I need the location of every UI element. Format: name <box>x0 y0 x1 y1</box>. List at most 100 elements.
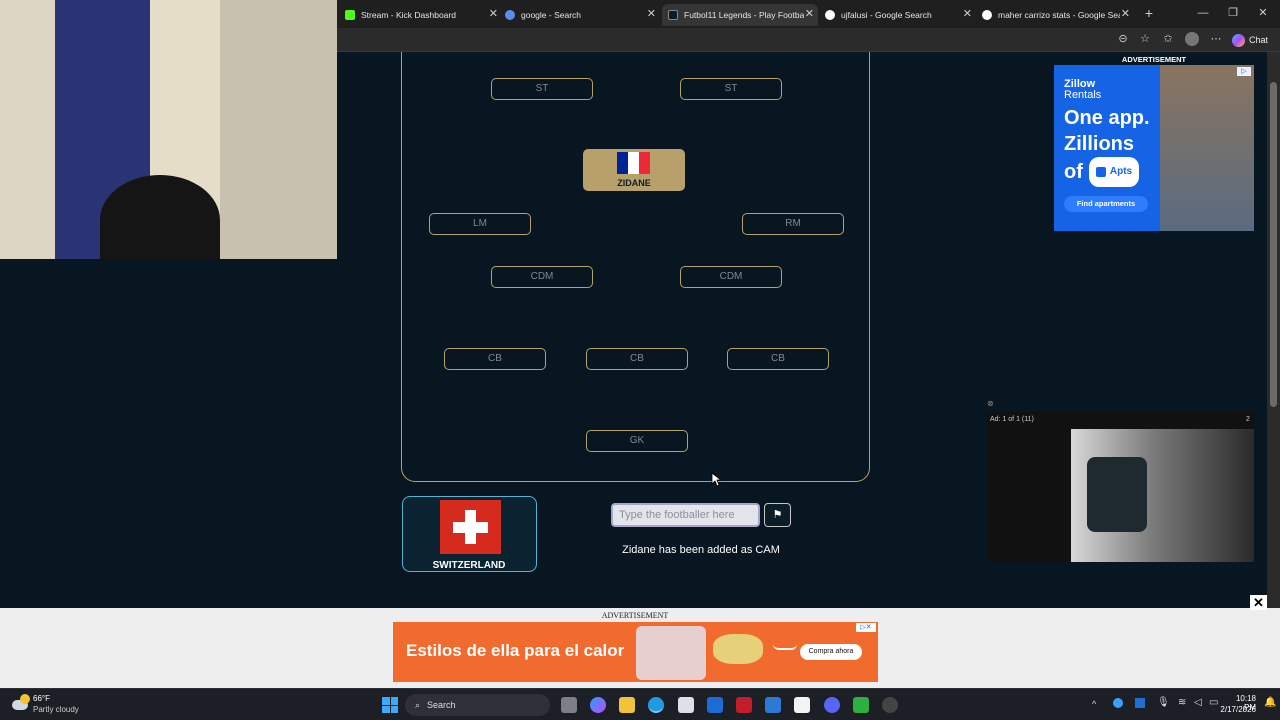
page-scrollbar[interactable] <box>1267 52 1280 608</box>
search-icon <box>505 10 515 20</box>
favorites-icon[interactable]: ✩ <box>1161 32 1175 46</box>
tab-google-search[interactable]: google - Search ✕ <box>505 4 660 26</box>
close-tab-icon[interactable]: ✕ <box>963 7 972 20</box>
switzerland-flag <box>440 500 501 554</box>
kick-icon <box>345 10 355 20</box>
slot-st-right[interactable]: ST <box>680 78 782 100</box>
slot-cdm-right[interactable]: CDM <box>680 266 782 288</box>
favorite-star-icon[interactable]: ☆ <box>1138 32 1152 46</box>
player-name: ZIDANE <box>617 178 651 188</box>
slot-lm[interactable]: LM <box>429 213 531 235</box>
slot-rm[interactable]: RM <box>742 213 844 235</box>
curtain <box>0 0 55 259</box>
slot-cdm-left[interactable]: CDM <box>491 266 593 288</box>
adchoices-icon[interactable]: ▷ <box>1237 67 1251 76</box>
slot-cb-right[interactable]: CB <box>727 348 829 370</box>
buy-now-button[interactable]: Compra ahora <box>800 644 862 660</box>
close-tab-icon[interactable]: ✕ <box>489 7 498 20</box>
close-window-icon[interactable]: ✕ <box>1256 6 1270 20</box>
mouse-cursor-icon <box>711 472 721 487</box>
webcam-overlay <box>0 0 337 259</box>
start-windows-icon[interactable] <box>382 697 398 713</box>
close-tab-icon[interactable]: ✕ <box>1121 7 1130 20</box>
close-tab-icon[interactable]: ✕ <box>805 7 814 20</box>
app-icon[interactable] <box>794 697 810 713</box>
tab-label: maher carrizo stats - Google Search <box>998 10 1120 20</box>
discord-icon[interactable] <box>824 697 840 713</box>
app-icon[interactable] <box>707 697 723 713</box>
ad-label: ADVERTISEMENT <box>601 611 669 620</box>
flag-button[interactable]: ⚑ <box>764 503 791 527</box>
checkbox-icon <box>1095 167 1106 177</box>
formation-pitch <box>401 52 870 482</box>
footballer-search-input[interactable] <box>611 503 760 527</box>
maximize-icon[interactable]: ❐ <box>1226 6 1240 20</box>
windows-taskbar: 66°F Partly cloudy ⌕ Search ^ 🎙 ≋ ◁ ▭ 10… <box>0 688 1280 720</box>
file-explorer-icon[interactable] <box>619 697 635 713</box>
flag-icon: ⚑ <box>772 509 783 521</box>
app-icon[interactable] <box>882 697 898 713</box>
volume-icon[interactable]: ◁ <box>1194 697 1202 708</box>
notification-bell-icon[interactable]: 🔔 <box>1264 697 1276 708</box>
drill-image <box>1087 457 1147 532</box>
tab-label: google - Search <box>521 10 582 20</box>
tab-maher-carrizo[interactable]: maher carrizo stats - Google Search ✕ <box>982 4 1134 26</box>
tab-label: Futbol11 Legends - Play Football <box>684 10 804 20</box>
mail-icon[interactable] <box>765 697 781 713</box>
find-apartments-button[interactable]: Find apartments <box>1064 196 1148 212</box>
futbol11-icon <box>668 10 678 20</box>
weather-desc: Partly cloudy <box>33 705 79 714</box>
ad-label: ADVERTISEMENT <box>1121 55 1187 64</box>
slot-cb-left[interactable]: CB <box>444 348 546 370</box>
taskbar-search[interactable]: ⌕ Search <box>405 694 550 716</box>
scrollbar-thumb[interactable] <box>1270 82 1277 407</box>
more-menu-icon[interactable]: ⋯ <box>1209 32 1223 46</box>
tab-label: Stream - Kick Dashboard <box>361 10 456 20</box>
copilot-icon <box>1232 33 1245 47</box>
person <box>100 175 220 259</box>
minimize-icon[interactable]: — <box>1196 6 1210 20</box>
adchoices-icon[interactable]: ▷✕ <box>856 623 876 632</box>
tray-icon[interactable] <box>1113 698 1123 708</box>
copilot-taskbar-icon[interactable] <box>590 697 606 713</box>
edge-icon[interactable] <box>648 697 664 713</box>
task-view-icon[interactable] <box>561 697 577 713</box>
tray-icon[interactable] <box>1135 698 1145 708</box>
amazon-ad[interactable]: Estilos de ella para el calor Compra aho… <box>393 622 878 682</box>
zillow-logo: Zillow Rentals <box>1064 78 1102 101</box>
zillow-headline: One app. Zillions of Apts <box>1064 105 1150 187</box>
tab-ujfalusi[interactable]: ujfalusi - Google Search ✕ <box>822 4 976 26</box>
weather-icon[interactable] <box>12 694 30 712</box>
player-card-cam[interactable]: ZIDANE <box>583 149 685 191</box>
profile-avatar[interactable] <box>1185 32 1199 46</box>
slot-st-left[interactable]: ST <box>491 78 593 100</box>
google-icon <box>982 10 992 20</box>
tab-futbol11[interactable]: Futbol11 Legends - Play Football ✕ <box>662 4 818 26</box>
close-tab-icon[interactable]: ✕ <box>647 7 656 20</box>
ad-photo <box>1160 65 1254 231</box>
battery-icon[interactable]: ▭ <box>1209 697 1218 708</box>
zillow-ad[interactable]: Zillow Rentals One app. Zillions of Apts… <box>1054 65 1254 231</box>
new-tab-icon[interactable]: + <box>1142 6 1156 20</box>
slot-gk[interactable]: GK <box>586 430 688 452</box>
slot-cb-center[interactable]: CB <box>586 348 688 370</box>
ad-bag-image <box>713 634 763 664</box>
status-message: Zidane has been added as CAM <box>622 544 780 556</box>
microphone-icon[interactable]: 🎙 <box>1157 697 1170 708</box>
wifi-icon[interactable]: ≋ <box>1178 697 1186 708</box>
google-icon <box>825 10 835 20</box>
tab-kick-dashboard[interactable]: Stream - Kick Dashboard ✕ <box>345 4 502 26</box>
search-icon: ⌕ <box>415 699 421 710</box>
store-icon[interactable] <box>678 697 694 713</box>
clock-date[interactable]: 2/17/2026 <box>1220 705 1256 714</box>
video-ad-close-icon[interactable]: ⊗ <box>987 399 994 408</box>
reader-icon[interactable]: ⊝ <box>1116 32 1130 46</box>
video-ad[interactable]: Ad: 1 of 1 (11) 2 <box>987 412 1254 562</box>
close-ad-icon[interactable]: ✕ <box>1250 595 1267 610</box>
xbox-icon[interactable] <box>853 697 869 713</box>
copilot-chat-button[interactable]: Chat <box>1232 32 1272 48</box>
ad-headline: Estilos de ella para el calor <box>406 641 625 660</box>
chevron-up-icon[interactable]: ^ <box>1092 699 1096 709</box>
ad-product-image <box>636 626 706 680</box>
mcafee-icon[interactable] <box>736 697 752 713</box>
